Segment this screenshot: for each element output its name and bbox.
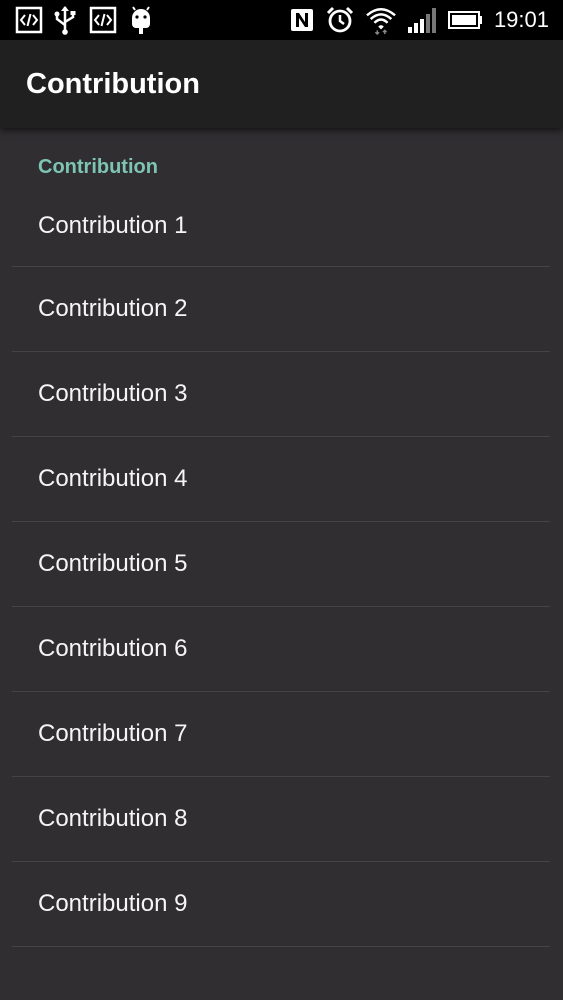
list-item-label: Contribution 7 (38, 720, 188, 747)
list-item-contribution-8[interactable]: Contribution 8 (12, 777, 550, 862)
code-icon (15, 6, 43, 34)
preferences-list: Contribution Contribution 1 Contribution… (0, 128, 563, 1000)
android-icon (132, 6, 150, 34)
list-item-label: Contribution 5 (38, 550, 188, 577)
battery-icon (448, 11, 482, 29)
list-item-label: Contribution 8 (38, 805, 188, 832)
category-header: Contribution (38, 156, 158, 178)
wifi-icon (366, 8, 396, 35)
list-item-label: Contribution 6 (38, 635, 188, 662)
contribution-list: Contribution 1 Contribution 2 Contributi… (12, 183, 550, 947)
signal-icon (408, 8, 436, 33)
list-item-contribution-5[interactable]: Contribution 5 (12, 522, 550, 607)
list-item-contribution-1[interactable]: Contribution 1 (12, 183, 550, 267)
alarm-icon (326, 6, 354, 33)
list-item-label: Contribution 4 (38, 465, 188, 492)
status-time: 19:01 (493, 7, 549, 32)
list-item-contribution-7[interactable]: Contribution 7 (12, 692, 550, 777)
usb-icon (54, 6, 76, 35)
list-item-label: Contribution 9 (38, 890, 188, 917)
list-item-label: Contribution 1 (38, 212, 188, 239)
code-icon (89, 6, 117, 34)
list-item-contribution-9[interactable]: Contribution 9 (12, 862, 550, 947)
list-item-label: Contribution 3 (38, 380, 188, 407)
page-title: Contribution (26, 68, 200, 100)
list-item-contribution-3[interactable]: Contribution 3 (12, 352, 550, 437)
list-item-contribution-2[interactable]: Contribution 2 (12, 267, 550, 352)
status-bar: 19:01 (0, 0, 563, 40)
list-item-contribution-4[interactable]: Contribution 4 (12, 437, 550, 522)
list-item-label: Contribution 2 (38, 295, 188, 322)
list-item-contribution-6[interactable]: Contribution 6 (12, 607, 550, 692)
app-bar: Contribution (0, 40, 563, 128)
nfc-icon (291, 9, 313, 31)
